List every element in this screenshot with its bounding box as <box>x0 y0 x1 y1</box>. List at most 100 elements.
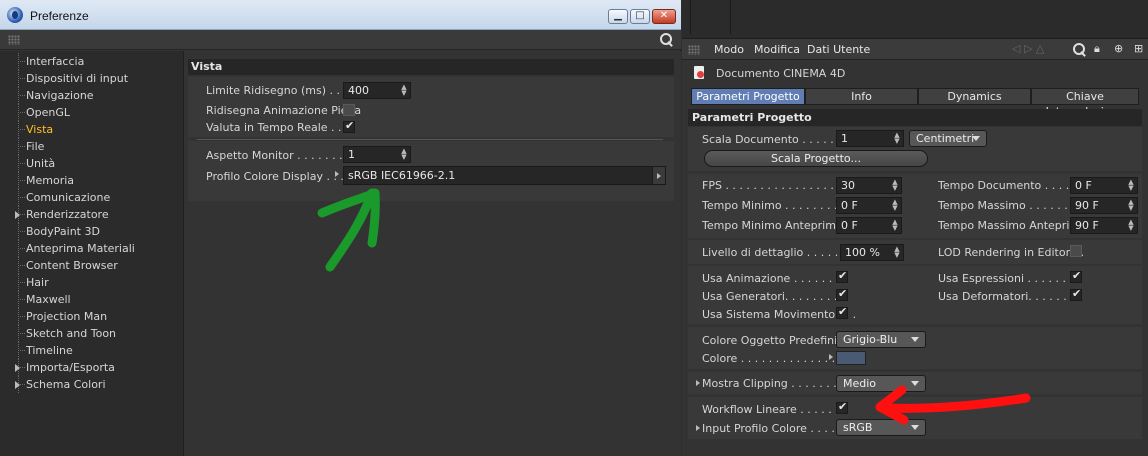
expand-triangle-icon[interactable] <box>696 380 700 386</box>
tempo-minimo-label: Tempo Minimo . . . . . . . . . <box>702 199 845 212</box>
profilo-colore-display-field[interactable]: sRGB IEC61966-2.1 <box>343 166 653 185</box>
sidebar-item[interactable]: Dispositivi di input <box>0 70 183 87</box>
livello-dettaglio-input[interactable]: 100 % ▲ ▼ <box>840 244 904 261</box>
sidebar-item[interactable]: Vista <box>0 121 183 138</box>
expand-triangle-icon[interactable] <box>15 211 20 219</box>
sidebar-item[interactable]: Schema Colori <box>0 376 183 393</box>
expand-triangle-icon[interactable] <box>15 364 20 372</box>
tempo-minimo-anteprima-input[interactable]: 0 F ▲ ▼ <box>836 217 902 234</box>
mostra-clipping-dropdown[interactable]: Medio <box>836 375 926 392</box>
sidebar-item[interactable]: Importa/Esporta <box>0 359 183 376</box>
maximize-button[interactable]: □ <box>630 9 650 24</box>
ridisegna-animazione-checkbox[interactable] <box>343 104 355 116</box>
expand-triangle-icon[interactable] <box>696 425 700 431</box>
scala-documento-input[interactable]: 1 ▲ ▼ <box>836 130 904 147</box>
color-swatch[interactable] <box>836 351 866 365</box>
lock-icon[interactable]: 🔒︎ <box>1094 42 1100 56</box>
sidebar-item[interactable]: Unità <box>0 155 183 172</box>
scala-progetto-button[interactable]: Scala Progetto... <box>704 150 928 167</box>
expand-triangle-icon[interactable] <box>15 381 20 389</box>
spinner-arrows-icon[interactable]: ▲ ▼ <box>1128 199 1134 212</box>
tempo-massimo-input[interactable]: 90 F ▲ ▼ <box>1070 197 1138 214</box>
tab-1[interactable]: Parametri Progetto <box>691 88 805 105</box>
spinner-arrows-icon[interactable]: ▲ ▼ <box>1128 219 1134 232</box>
sidebar-item-label: Dispositivi di input <box>26 72 129 85</box>
spinner-arrows-icon[interactable]: ▲ ▼ <box>1128 179 1134 192</box>
sidebar-item[interactable]: Navigazione <box>0 87 183 104</box>
sidebar-item[interactable]: Hair <box>0 274 183 291</box>
tab-4[interactable]: Chiave Interpolazione <box>1031 88 1139 118</box>
input-profilo-colore-dropdown[interactable]: sRGB <box>836 419 926 436</box>
usa-espressioni-label: Usa Espressioni . . . . . . . . <box>938 272 1080 285</box>
sidebar-item-label: Interfaccia <box>26 55 85 68</box>
sidebar-item-label: Renderizzatore <box>26 208 109 221</box>
pin-icon[interactable]: ⊕ <box>1114 42 1123 55</box>
sidebar-item[interactable]: Renderizzatore <box>0 206 183 223</box>
menu-modifica[interactable]: Modifica <box>754 43 800 56</box>
fps-input[interactable]: 30 ▲ ▼ <box>836 177 902 194</box>
window-title: Preferenze <box>30 9 89 23</box>
sidebar-item[interactable]: BodyPaint 3D <box>0 223 183 240</box>
sidebar-item-label: Schema Colori <box>26 378 106 391</box>
usa-espressioni-checkbox[interactable] <box>1070 269 1082 283</box>
grip-handle-icon[interactable] <box>8 35 20 45</box>
cinema4d-app-icon <box>7 7 23 23</box>
sidebar-item[interactable]: File <box>0 138 183 155</box>
limite-ridisegno-input[interactable]: 400 ▲ ▼ <box>343 82 411 99</box>
tab-2[interactable]: Info <box>805 88 918 105</box>
lod-rendering-checkbox[interactable] <box>1070 245 1082 257</box>
tempo-documento-input[interactable]: 0 F ▲ ▼ <box>1070 177 1138 194</box>
minimize-button[interactable]: ▁ <box>608 9 628 24</box>
sidebar-item-label: Projection Man <box>26 310 108 323</box>
sidebar-item[interactable]: Interfaccia <box>0 53 183 70</box>
colore-oggetto-dropdown[interactable]: Grigio-Blu <box>836 331 926 348</box>
sidebar-item[interactable]: Comunicazione <box>0 189 183 206</box>
sidebar-item[interactable]: Sketch and Toon <box>0 325 183 342</box>
livello-dettaglio-label: Livello di dettaglio . . . . . . <box>702 246 846 259</box>
menu-modo[interactable]: Modo <box>714 43 744 56</box>
scala-unit-dropdown[interactable]: Centimetri <box>909 130 987 147</box>
sidebar-item-label: Hair <box>26 276 49 289</box>
grip-handle-icon[interactable] <box>688 45 700 55</box>
new-panel-icon[interactable]: ⊞ <box>1134 42 1143 55</box>
menu-dati-utente[interactable]: Dati Utente <box>807 43 870 56</box>
sidebar-item[interactable]: Memoria <box>0 172 183 189</box>
usa-sistema-movimento-label: Usa Sistema Movimento . . . <box>702 308 857 321</box>
sidebar-item[interactable]: Maxwell <box>0 291 183 308</box>
spinner-arrows-icon[interactable]: ▲ ▼ <box>401 148 407 161</box>
valuta-tempo-reale-checkbox[interactable] <box>343 119 355 133</box>
sidebar-item[interactable]: Content Browser <box>0 257 183 274</box>
close-button[interactable]: ✕ <box>652 9 676 24</box>
tab-3[interactable]: Dynamics <box>918 88 1031 105</box>
fps-value: 30 <box>841 179 855 192</box>
usa-animazione-checkbox[interactable] <box>836 269 848 283</box>
title-bar[interactable]: Preferenze ▁ □ ✕ <box>0 0 681 30</box>
sidebar-item[interactable]: OpenGL <box>0 104 183 121</box>
workflow-lineare-checkbox[interactable] <box>836 400 848 414</box>
spinner-arrows-icon[interactable]: ▲ ▼ <box>892 199 898 212</box>
usa-deformatori-checkbox[interactable] <box>1070 287 1082 301</box>
profilo-colore-menu-button[interactable] <box>652 166 666 185</box>
expand-triangle-icon[interactable] <box>335 171 339 177</box>
spinner-arrows-icon[interactable]: ▲ ▼ <box>892 219 898 232</box>
tempo-minimo-input[interactable]: 0 F ▲ ▼ <box>836 197 902 214</box>
search-icon[interactable] <box>1073 43 1087 57</box>
tempo-massimo-anteprima-value: 90 F <box>1075 219 1099 232</box>
usa-sistema-movimento-checkbox[interactable] <box>836 305 848 319</box>
navigation-arrows-icon[interactable]: ◁ ▷ △ <box>1012 42 1044 55</box>
sidebar-item-label: File <box>26 140 45 153</box>
sidebar-item-label: Content Browser <box>26 259 118 272</box>
search-icon[interactable] <box>660 33 674 47</box>
attribute-menu-bar: Modo Modifica Dati Utente ◁ ▷ △ 🔒︎ ⊕ ⊞ <box>682 38 1148 60</box>
sidebar-item[interactable]: Projection Man <box>0 308 183 325</box>
spinner-arrows-icon[interactable]: ▲ ▼ <box>401 84 407 97</box>
aspetto-monitor-input[interactable]: 1 ▲ ▼ <box>343 146 411 163</box>
sidebar-item[interactable]: Timeline <box>0 342 183 359</box>
sidebar-item[interactable]: Anteprima Materiali <box>0 240 183 257</box>
expand-triangle-icon[interactable] <box>829 354 833 360</box>
usa-generatori-checkbox[interactable] <box>836 287 848 301</box>
tempo-massimo-anteprima-input[interactable]: 90 F ▲ ▼ <box>1070 217 1138 234</box>
spinner-arrows-icon[interactable]: ▲ ▼ <box>894 132 900 145</box>
spinner-arrows-icon[interactable]: ▲ ▼ <box>894 246 900 259</box>
spinner-arrows-icon[interactable]: ▲ ▼ <box>892 179 898 192</box>
